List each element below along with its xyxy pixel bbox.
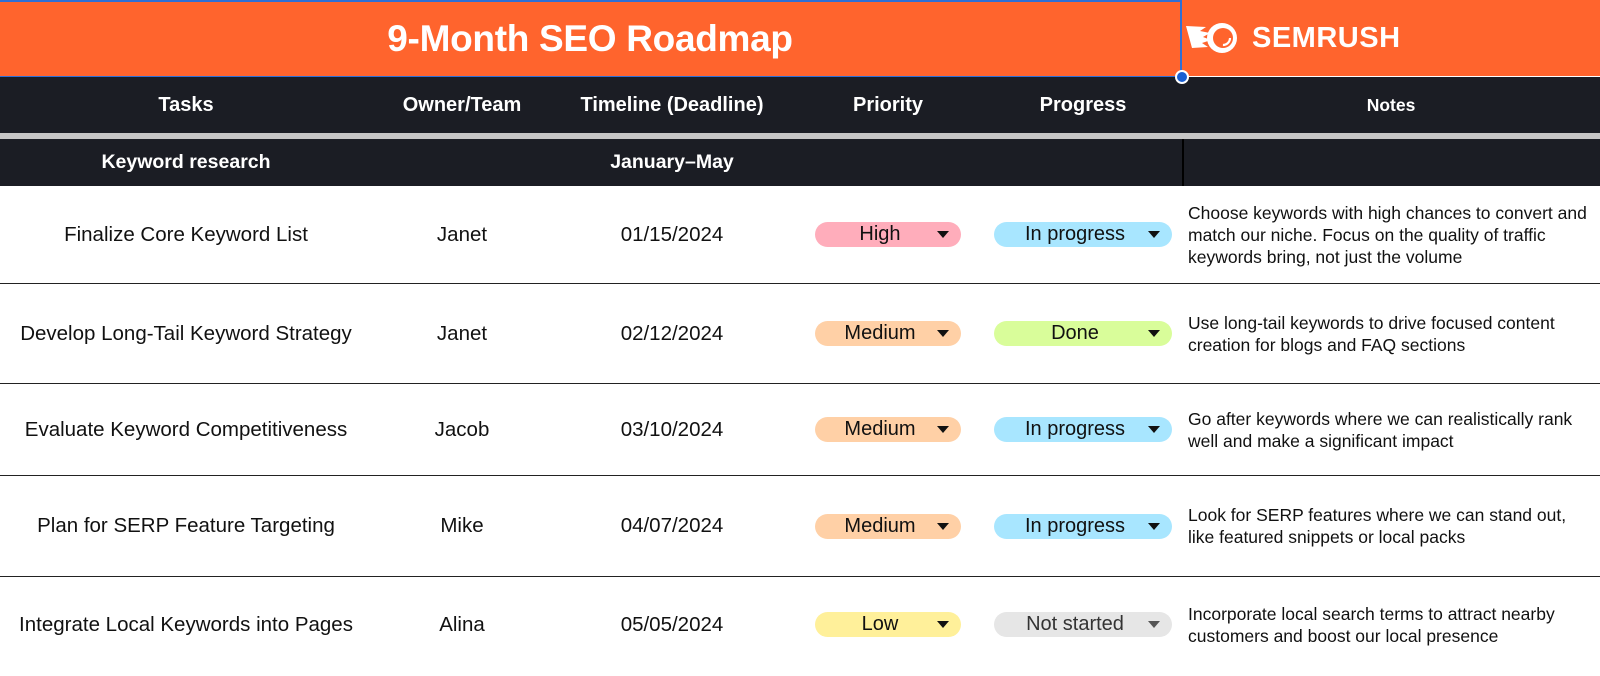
priority-value: Medium xyxy=(844,418,916,440)
progress-value: In progress xyxy=(1024,418,1126,440)
title-bar: 9-Month SEO Roadmap SEMRUSH xyxy=(0,0,1600,78)
task-owner[interactable]: Mike xyxy=(372,476,552,576)
priority-dropdown[interactable]: Low xyxy=(815,612,961,637)
progress-value: Not started xyxy=(1026,613,1124,635)
priority-value: Medium xyxy=(844,514,916,537)
task-deadline[interactable]: 02/12/2024 xyxy=(552,284,792,383)
task-notes[interactable]: Use long-tail keywords to drive focused … xyxy=(1182,284,1600,383)
column-header-tasks[interactable]: Tasks xyxy=(0,77,372,133)
column-header-priority[interactable]: Priority xyxy=(792,77,984,133)
dropdown-arrow-icon xyxy=(937,426,949,433)
page-title: 9-Month SEO Roadmap xyxy=(387,18,793,59)
table-row: Evaluate Keyword Competitiveness Jacob 0… xyxy=(0,384,1600,476)
priority-value: Medium xyxy=(844,322,916,344)
task-deadline[interactable]: 05/05/2024 xyxy=(552,577,792,672)
progress-dropdown[interactable]: Done xyxy=(994,321,1172,346)
task-name[interactable]: Finalize Core Keyword List xyxy=(0,186,372,283)
task-deadline[interactable]: 04/07/2024 xyxy=(552,476,792,576)
dropdown-arrow-icon xyxy=(1148,330,1160,337)
task-name[interactable]: Evaluate Keyword Competitiveness xyxy=(0,384,372,475)
column-header-notes[interactable]: Notes xyxy=(1182,77,1600,133)
column-header-progress[interactable]: Progress xyxy=(984,77,1182,133)
category-priority-cell[interactable] xyxy=(792,139,984,186)
column-header-timeline[interactable]: Timeline (Deadline) xyxy=(552,77,792,133)
priority-dropdown[interactable]: Medium xyxy=(815,513,961,539)
dropdown-arrow-icon xyxy=(1148,426,1160,433)
progress-dropdown[interactable]: In progress xyxy=(994,222,1172,247)
progress-value: In progress xyxy=(1024,223,1126,245)
task-notes[interactable]: Look for SERP features where we can stan… xyxy=(1182,476,1600,576)
table-row: Plan for SERP Feature Targeting Mike 04/… xyxy=(0,476,1600,577)
task-name[interactable]: Plan for SERP Feature Targeting xyxy=(0,476,372,576)
category-divider xyxy=(1182,139,1184,186)
category-timeline[interactable]: January–May xyxy=(552,139,792,186)
semrush-logo: SEMRUSH xyxy=(1184,18,1401,58)
table-row: Develop Long-Tail Keyword Strategy Janet… xyxy=(0,284,1600,384)
table-row: Integrate Local Keywords into Pages Alin… xyxy=(0,577,1600,672)
task-name[interactable]: Develop Long-Tail Keyword Strategy xyxy=(0,284,372,383)
progress-dropdown[interactable]: In progress xyxy=(994,417,1172,442)
dropdown-arrow-icon xyxy=(1148,621,1160,628)
task-owner[interactable]: Jacob xyxy=(372,384,552,475)
table-row: Finalize Core Keyword List Janet 01/15/2… xyxy=(0,186,1600,284)
category-progress-cell[interactable] xyxy=(984,139,1182,186)
progress-dropdown[interactable]: Not started xyxy=(994,612,1172,637)
dropdown-arrow-icon xyxy=(1148,231,1160,238)
progress-value: Done xyxy=(1051,322,1099,344)
brand-name: SEMRUSH xyxy=(1252,21,1401,54)
selection-resize-handle[interactable] xyxy=(1175,70,1189,84)
task-owner[interactable]: Janet xyxy=(372,284,552,383)
category-row: Keyword research January–May xyxy=(0,139,1600,186)
priority-dropdown[interactable]: Medium xyxy=(815,321,961,346)
category-name[interactable]: Keyword research xyxy=(0,139,372,186)
dropdown-arrow-icon xyxy=(937,621,949,628)
category-owner-cell[interactable] xyxy=(372,139,552,186)
dropdown-arrow-icon xyxy=(937,330,949,337)
column-header-row: Tasks Owner/Team Timeline (Deadline) Pri… xyxy=(0,77,1600,133)
task-owner[interactable]: Janet xyxy=(372,186,552,283)
progress-dropdown[interactable]: In progress xyxy=(994,513,1172,539)
semrush-fireball-icon xyxy=(1186,23,1237,53)
task-table: Finalize Core Keyword List Janet 01/15/2… xyxy=(0,186,1600,672)
priority-dropdown[interactable]: Medium xyxy=(815,417,961,442)
task-deadline[interactable]: 01/15/2024 xyxy=(552,186,792,283)
dropdown-arrow-icon xyxy=(937,231,949,238)
task-notes[interactable]: Incorporate local search terms to attrac… xyxy=(1182,577,1600,672)
task-owner[interactable]: Alina xyxy=(372,577,552,672)
title-cell[interactable]: 9-Month SEO Roadmap xyxy=(0,0,1182,78)
priority-value: Low xyxy=(861,613,899,635)
task-name[interactable]: Integrate Local Keywords into Pages xyxy=(0,577,372,672)
column-header-owner[interactable]: Owner/Team xyxy=(372,77,552,133)
task-deadline[interactable]: 03/10/2024 xyxy=(552,384,792,475)
priority-dropdown[interactable]: High xyxy=(815,222,961,247)
task-notes[interactable]: Choose keywords with high chances to con… xyxy=(1182,186,1600,283)
task-notes[interactable]: Go after keywords where we can realistic… xyxy=(1182,384,1600,475)
dropdown-arrow-icon xyxy=(937,522,949,530)
dropdown-arrow-icon xyxy=(1148,522,1160,530)
priority-value: High xyxy=(859,223,901,245)
progress-value: In progress xyxy=(1024,514,1126,537)
